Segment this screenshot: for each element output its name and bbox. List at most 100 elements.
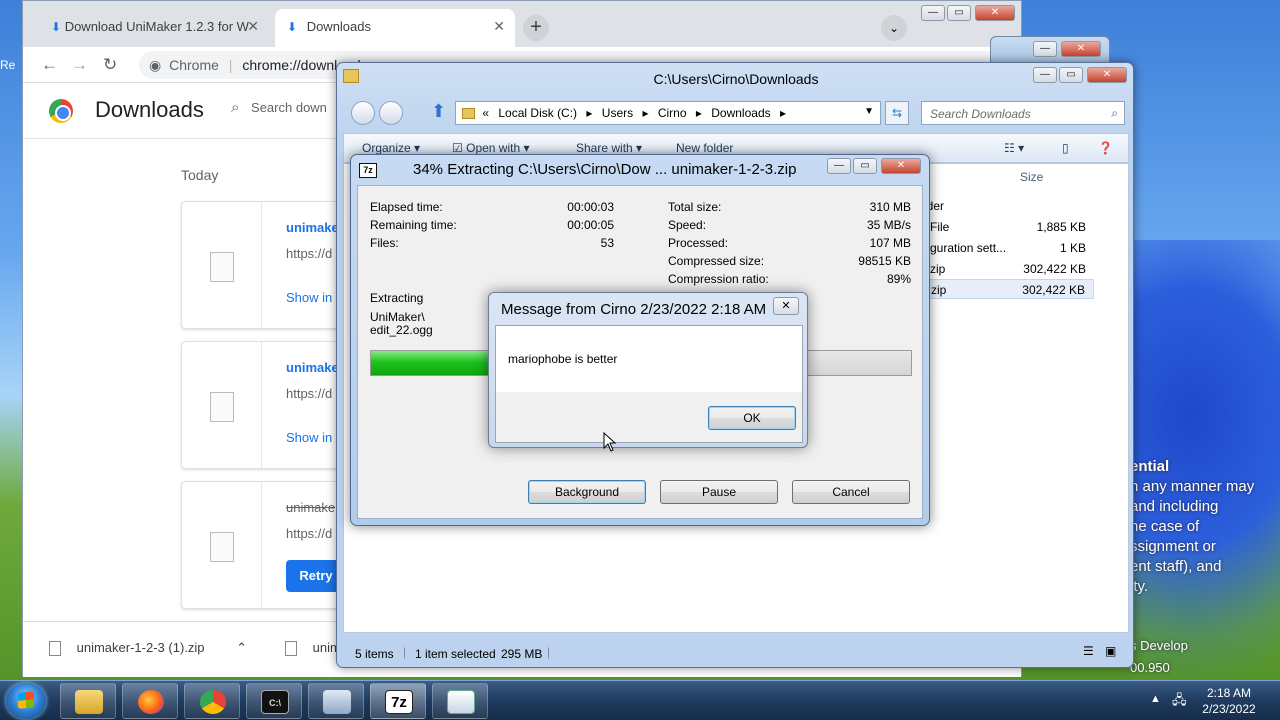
- network-icon[interactable]: 🖧: [1172, 691, 1187, 713]
- card-icon-column: [182, 342, 262, 468]
- show-in-folder-link[interactable]: Show in: [286, 430, 332, 445]
- search-input[interactable]: ⌕ Search down: [231, 99, 327, 116]
- download-file-name[interactable]: unimake: [286, 220, 339, 235]
- organize-button[interactable]: Organize ▾: [362, 141, 420, 155]
- minimize-button[interactable]: —: [1033, 67, 1057, 83]
- current-file: edit_22.ogg: [370, 323, 433, 337]
- shelf-item[interactable]: unim: [285, 640, 341, 657]
- back-icon[interactable]: ←: [41, 55, 58, 75]
- new-folder-button[interactable]: New folder: [676, 141, 733, 155]
- action-label: Extracting: [370, 291, 424, 305]
- maximize-button[interactable]: ▭: [947, 5, 971, 21]
- wallpaper-text: s Develop: [1130, 638, 1188, 653]
- clock[interactable]: 2:18 AM 2/23/2022: [1196, 685, 1262, 717]
- file-icon: [210, 392, 234, 422]
- taskbar-chrome[interactable]: [184, 683, 240, 719]
- forward-button[interactable]: [379, 101, 403, 125]
- file-icon: [285, 641, 297, 657]
- view-options-icon[interactable]: ☷ ▾: [1004, 141, 1024, 155]
- file-type: guration sett...: [930, 241, 1007, 255]
- taskbar-cmd[interactable]: C:\: [246, 683, 302, 719]
- preview-pane-icon[interactable]: ▯: [1062, 141, 1069, 155]
- close-icon[interactable]: ✕: [247, 18, 259, 35]
- selection-size: 295 MB: [501, 647, 543, 661]
- stat-label: Files:: [370, 236, 399, 250]
- address-bar[interactable]: « Local Disk (C:) ▸ Users ▸ Cirno ▸ Down…: [455, 101, 881, 125]
- maximize-button[interactable]: ▭: [1059, 67, 1083, 83]
- up-arrow-icon[interactable]: ⬆: [431, 101, 446, 122]
- refresh-icon[interactable]: ⇆: [885, 101, 909, 125]
- start-button[interactable]: [6, 683, 46, 719]
- breadcrumb-downloads[interactable]: Downloads: [711, 106, 770, 120]
- breadcrumb-overflow[interactable]: «: [482, 106, 489, 120]
- stat-label: Elapsed time:: [370, 200, 443, 214]
- list-item[interactable]: lder: [924, 196, 1094, 216]
- tab-downloads[interactable]: ⬇ Downloads ✕: [275, 9, 515, 47]
- close-button[interactable]: ✕: [975, 5, 1015, 21]
- cancel-button[interactable]: Cancel: [792, 480, 910, 504]
- tray-arrow-icon[interactable]: ▲: [1150, 693, 1161, 705]
- taskbar: C:\ 7z ▲ 🖧 2:18 AM 2/23/2022: [0, 680, 1280, 720]
- large-icons-view-icon[interactable]: ▣: [1105, 644, 1116, 658]
- close-button[interactable]: ✕: [881, 158, 921, 174]
- chevron-right-icon[interactable]: ▸: [780, 106, 786, 120]
- maximize-button[interactable]: ▭: [853, 158, 877, 174]
- minimize-button[interactable]: —: [1033, 41, 1057, 57]
- breadcrumb-cirno[interactable]: Cirno: [658, 106, 687, 120]
- dialog-body: mariophobe is better OK: [495, 325, 803, 443]
- help-icon[interactable]: ❓: [1098, 141, 1113, 155]
- forward-icon[interactable]: →: [71, 55, 88, 75]
- chevron-down-icon[interactable]: ⌄: [881, 15, 907, 41]
- elapsed-time-value: 00:00:03: [567, 200, 614, 214]
- back-button[interactable]: [351, 101, 375, 125]
- new-tab-button[interactable]: +: [523, 15, 549, 41]
- chevron-up-icon[interactable]: ⌃: [236, 640, 247, 655]
- breadcrumb-local-disk[interactable]: Local Disk (C:): [498, 106, 577, 120]
- close-button[interactable]: ✕: [1087, 67, 1127, 83]
- organize-label: Organize: [362, 141, 411, 155]
- command-prompt-icon: C:\: [261, 690, 289, 714]
- background-button[interactable]: Background: [528, 480, 646, 504]
- details-view-icon[interactable]: ☰: [1083, 644, 1094, 658]
- minimize-button[interactable]: —: [827, 158, 851, 174]
- compressed-size-value: 98515 KB: [858, 254, 911, 268]
- taskbar-7zip[interactable]: 7z: [370, 683, 426, 719]
- list-item[interactable]: guration sett... 1 KB: [924, 238, 1094, 258]
- remaining-time-value: 00:00:05: [567, 218, 614, 232]
- taskbar-explorer[interactable]: [60, 683, 116, 719]
- search-input[interactable]: Search Downloads ⌕: [921, 101, 1125, 125]
- taskbar-firefox[interactable]: [122, 683, 178, 719]
- chevron-right-icon[interactable]: ▸: [696, 106, 702, 120]
- list-item[interactable]: File 1,885 KB: [924, 217, 1094, 237]
- close-button[interactable]: ✕: [773, 297, 799, 315]
- wallpaper-text: ent staff), and: [1130, 558, 1222, 575]
- show-in-folder-link[interactable]: Show in: [286, 290, 332, 305]
- column-header-size[interactable]: Size: [1020, 170, 1043, 184]
- close-button[interactable]: ✕: [1061, 41, 1101, 57]
- chevron-down-icon[interactable]: ▼: [864, 106, 874, 117]
- breadcrumb-users[interactable]: Users: [602, 106, 633, 120]
- item-count: 5 items: [355, 647, 394, 661]
- file-type: zip: [930, 262, 946, 276]
- site-label: Chrome: [169, 57, 219, 73]
- ok-button[interactable]: OK: [708, 406, 796, 430]
- close-icon[interactable]: ✕: [493, 18, 505, 35]
- list-item-selected[interactable]: zip 302,422 KB: [924, 279, 1094, 299]
- download-url: https://d: [286, 246, 333, 261]
- open-with-button[interactable]: ☑ Open with ▾: [452, 141, 530, 155]
- share-with-button[interactable]: Share with ▾: [576, 141, 642, 155]
- selection-count: 1 item selected: [415, 647, 496, 661]
- tab-unimaker-download[interactable]: ⬇ Download UniMaker 1.2.3 for W ✕: [39, 9, 269, 47]
- list-item[interactable]: zip 302,422 KB: [924, 259, 1094, 279]
- download-file-name[interactable]: unimake: [286, 360, 339, 375]
- chevron-right-icon[interactable]: ▸: [642, 106, 648, 120]
- shelf-item[interactable]: unimaker-1-2-3 (1).zip ⌃: [49, 640, 247, 657]
- chevron-right-icon[interactable]: ▸: [586, 106, 592, 120]
- minimize-button[interactable]: —: [921, 5, 945, 21]
- download-url: https://d: [286, 526, 333, 541]
- taskbar-window[interactable]: [432, 683, 488, 719]
- reload-icon[interactable]: ↻: [103, 55, 117, 75]
- pause-button[interactable]: Pause: [660, 480, 778, 504]
- taskbar-app[interactable]: [308, 683, 364, 719]
- status-bar: 5 items | 1 item selected 295 MB | ☰ ▣: [343, 639, 1129, 665]
